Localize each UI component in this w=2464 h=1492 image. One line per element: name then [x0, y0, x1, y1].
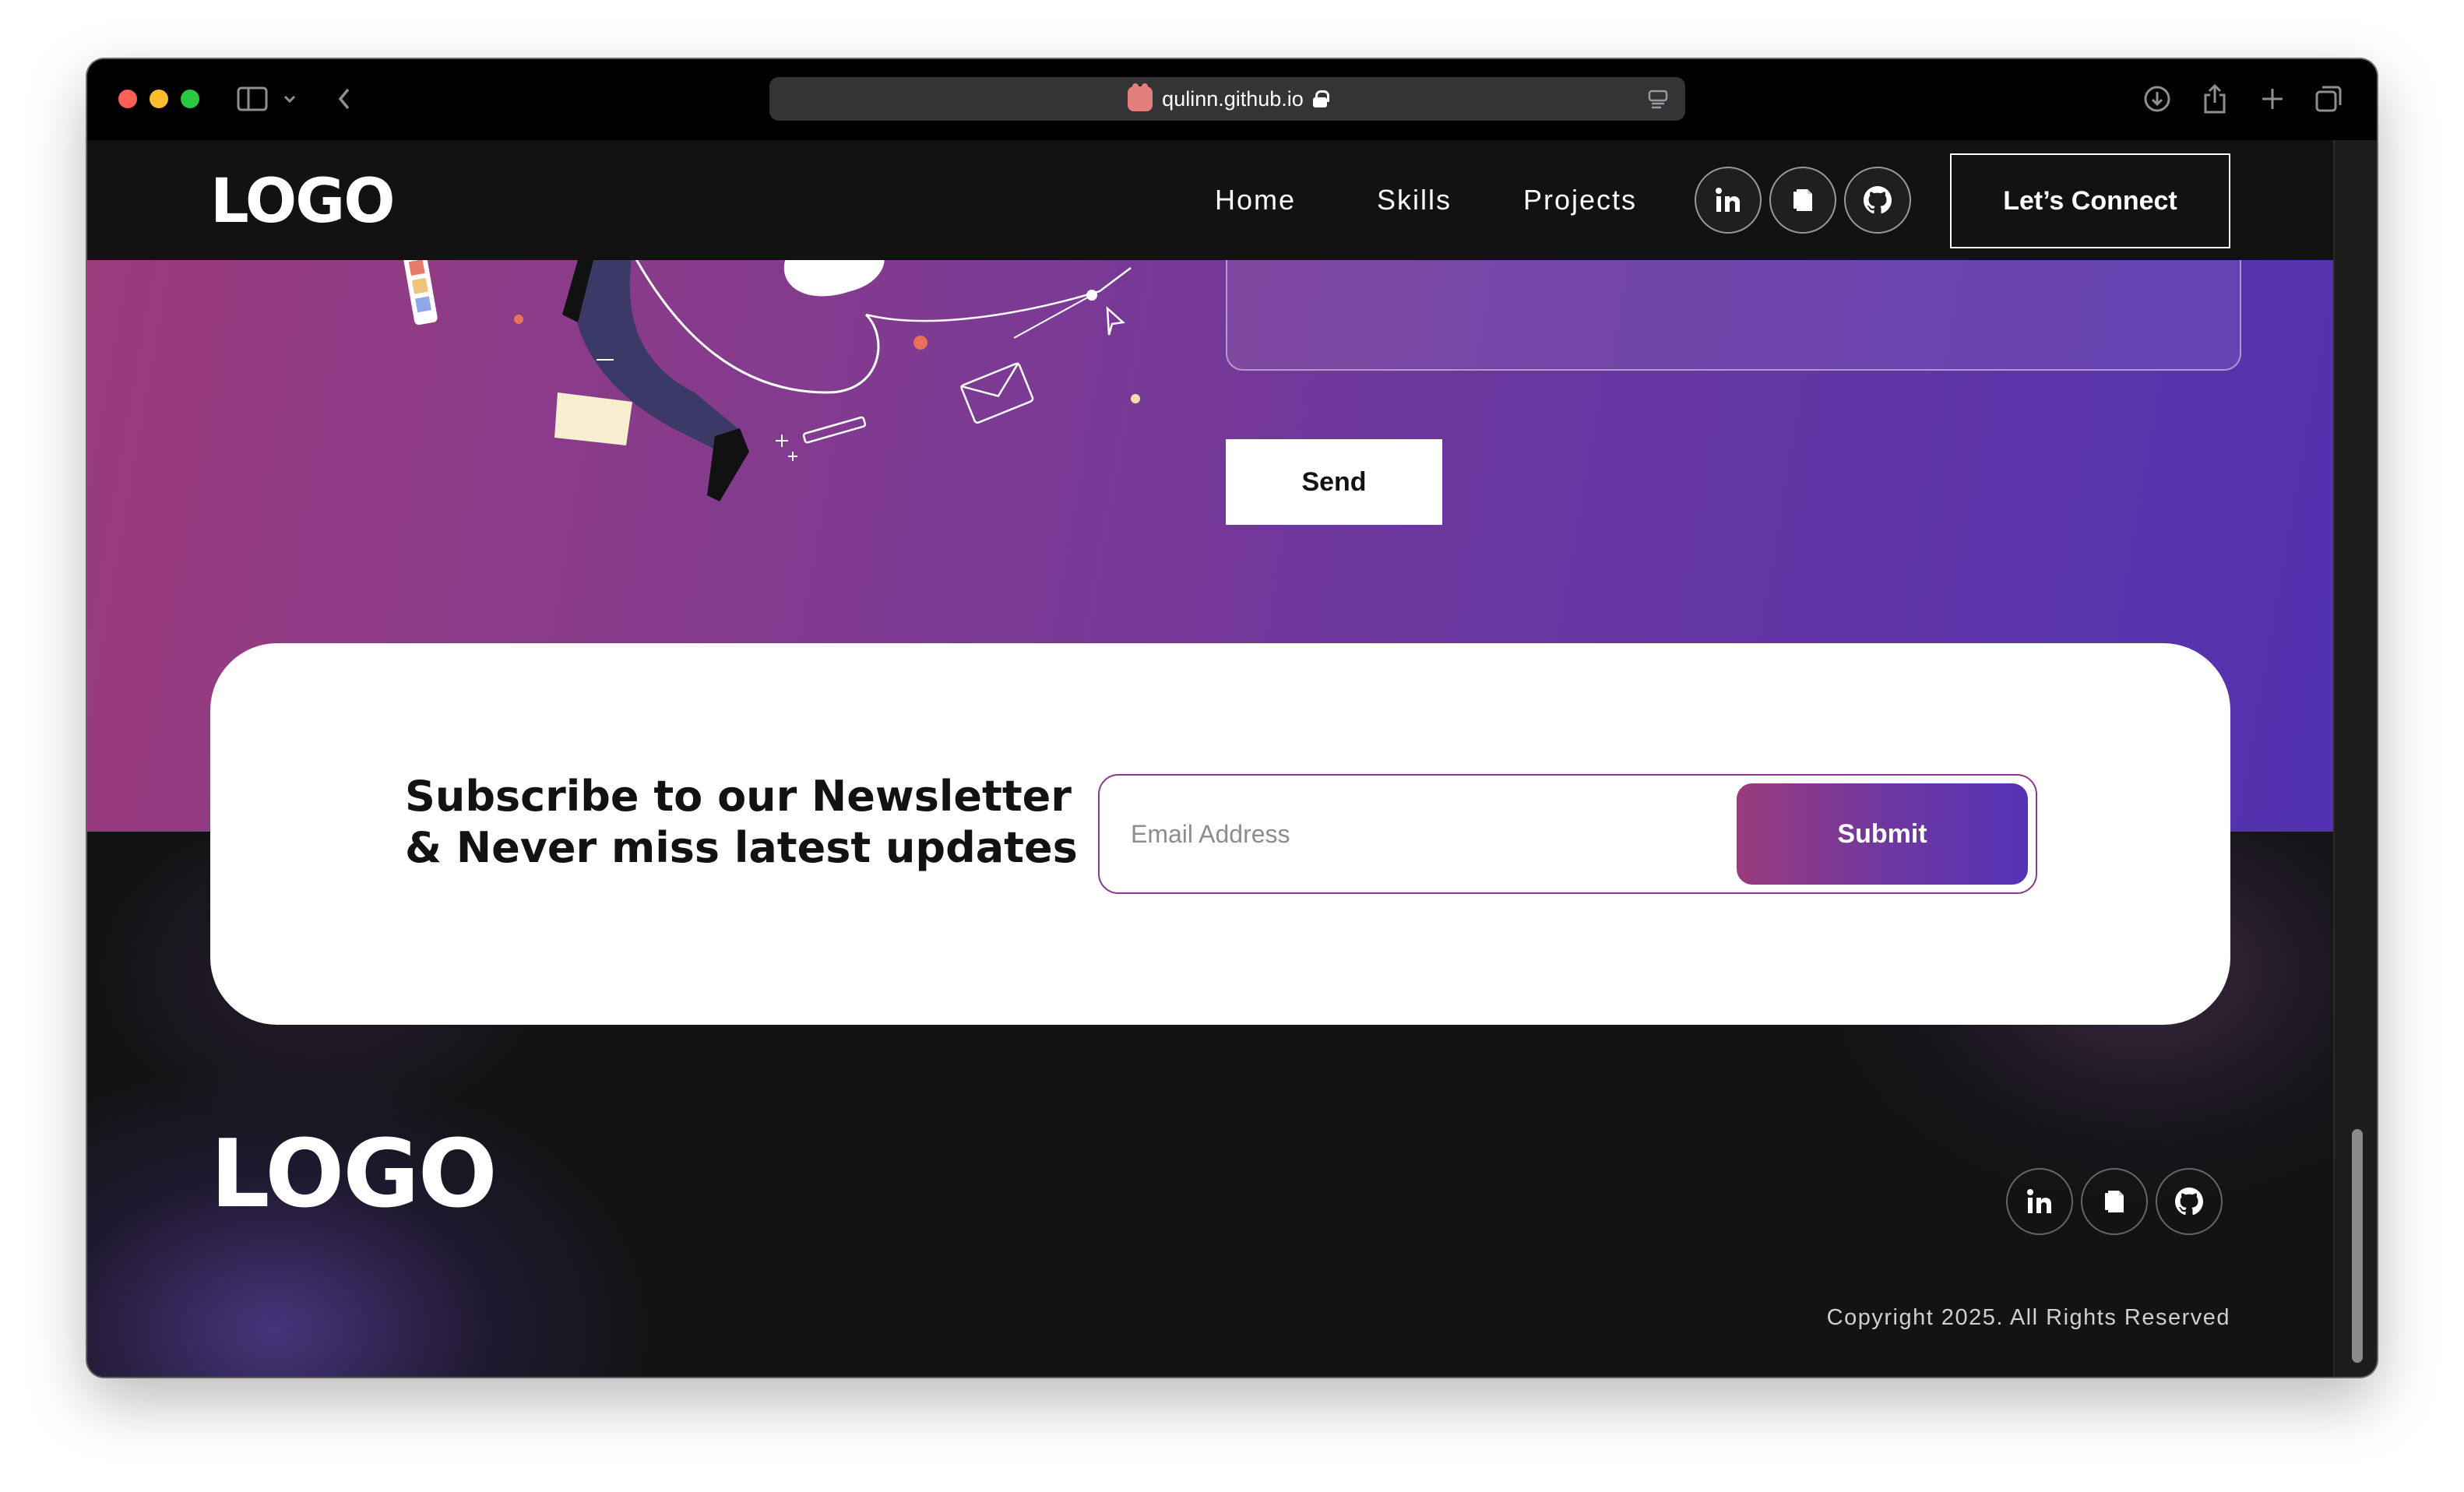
send-button[interactable]: Send [1226, 439, 1442, 525]
close-window-button[interactable] [118, 90, 137, 108]
newsletter-form: Submit [1098, 774, 2037, 894]
nav-linkedin-icon[interactable] [1695, 167, 1762, 234]
submit-button[interactable]: Submit [1737, 783, 2028, 885]
site-favicon-icon [1128, 83, 1153, 111]
plus-icon[interactable] [2257, 79, 2288, 118]
minimize-window-button[interactable] [150, 90, 168, 108]
footer-resume-icon[interactable] [2081, 1168, 2148, 1235]
reader-icon[interactable] [1648, 89, 1668, 109]
newsletter-title-line1: Subscribe to our Newsletter [405, 772, 1072, 821]
newsletter-title: Subscribe to our Newsletter & Never miss… [405, 771, 1078, 874]
message-textarea[interactable] [1226, 260, 2241, 371]
lock-icon [1312, 90, 1329, 107]
newsletter-title-line2: & Never miss latest updates [405, 823, 1078, 872]
back-icon[interactable] [333, 79, 355, 118]
copyright-text: Copyright 2025. All Rights Reserved [1826, 1305, 2230, 1330]
url-text: qulinn.github.io [1162, 86, 1304, 111]
nav-link-projects[interactable]: Projects [1523, 179, 1637, 221]
browser-toolbar: qulinn.github.io [87, 59, 2377, 140]
page-viewport: Send Subscribe to our Newsletter & Never… [87, 140, 2377, 1377]
footer-github-icon[interactable] [2156, 1168, 2223, 1235]
download-icon[interactable] [2142, 79, 2173, 118]
browser-window: qulinn.github.io Send Subscribe to our N… [87, 59, 2377, 1377]
site-navbar: LOGO Home Skills Projects Let’s Connect [87, 140, 2333, 260]
astronaut-illustration-icon [403, 260, 1140, 501]
nav-link-skills[interactable]: Skills [1377, 179, 1452, 221]
sidebar-icon[interactable] [235, 79, 269, 118]
scrollbar-track[interactable] [2333, 140, 2377, 1377]
chevron-down-icon[interactable] [279, 79, 301, 118]
nav-link-home[interactable]: Home [1215, 179, 1296, 221]
newsletter-card: Subscribe to our Newsletter & Never miss… [210, 643, 2230, 1025]
email-input[interactable] [1101, 777, 1724, 891]
footer-linkedin-icon[interactable] [2006, 1168, 2073, 1235]
zoom-window-button[interactable] [181, 90, 199, 108]
footer-logo[interactable]: LOGO [210, 1124, 498, 1226]
share-icon[interactable] [2199, 79, 2230, 118]
nav-logo[interactable]: LOGO [210, 167, 396, 237]
scrollbar-thumb[interactable] [2352, 1129, 2363, 1363]
tabs-icon[interactable] [2313, 79, 2344, 118]
lets-connect-button[interactable]: Let’s Connect [1950, 153, 2230, 248]
nav-github-icon[interactable] [1844, 167, 1911, 234]
nav-resume-icon[interactable] [1769, 167, 1836, 234]
address-bar[interactable]: qulinn.github.io [769, 77, 1685, 121]
